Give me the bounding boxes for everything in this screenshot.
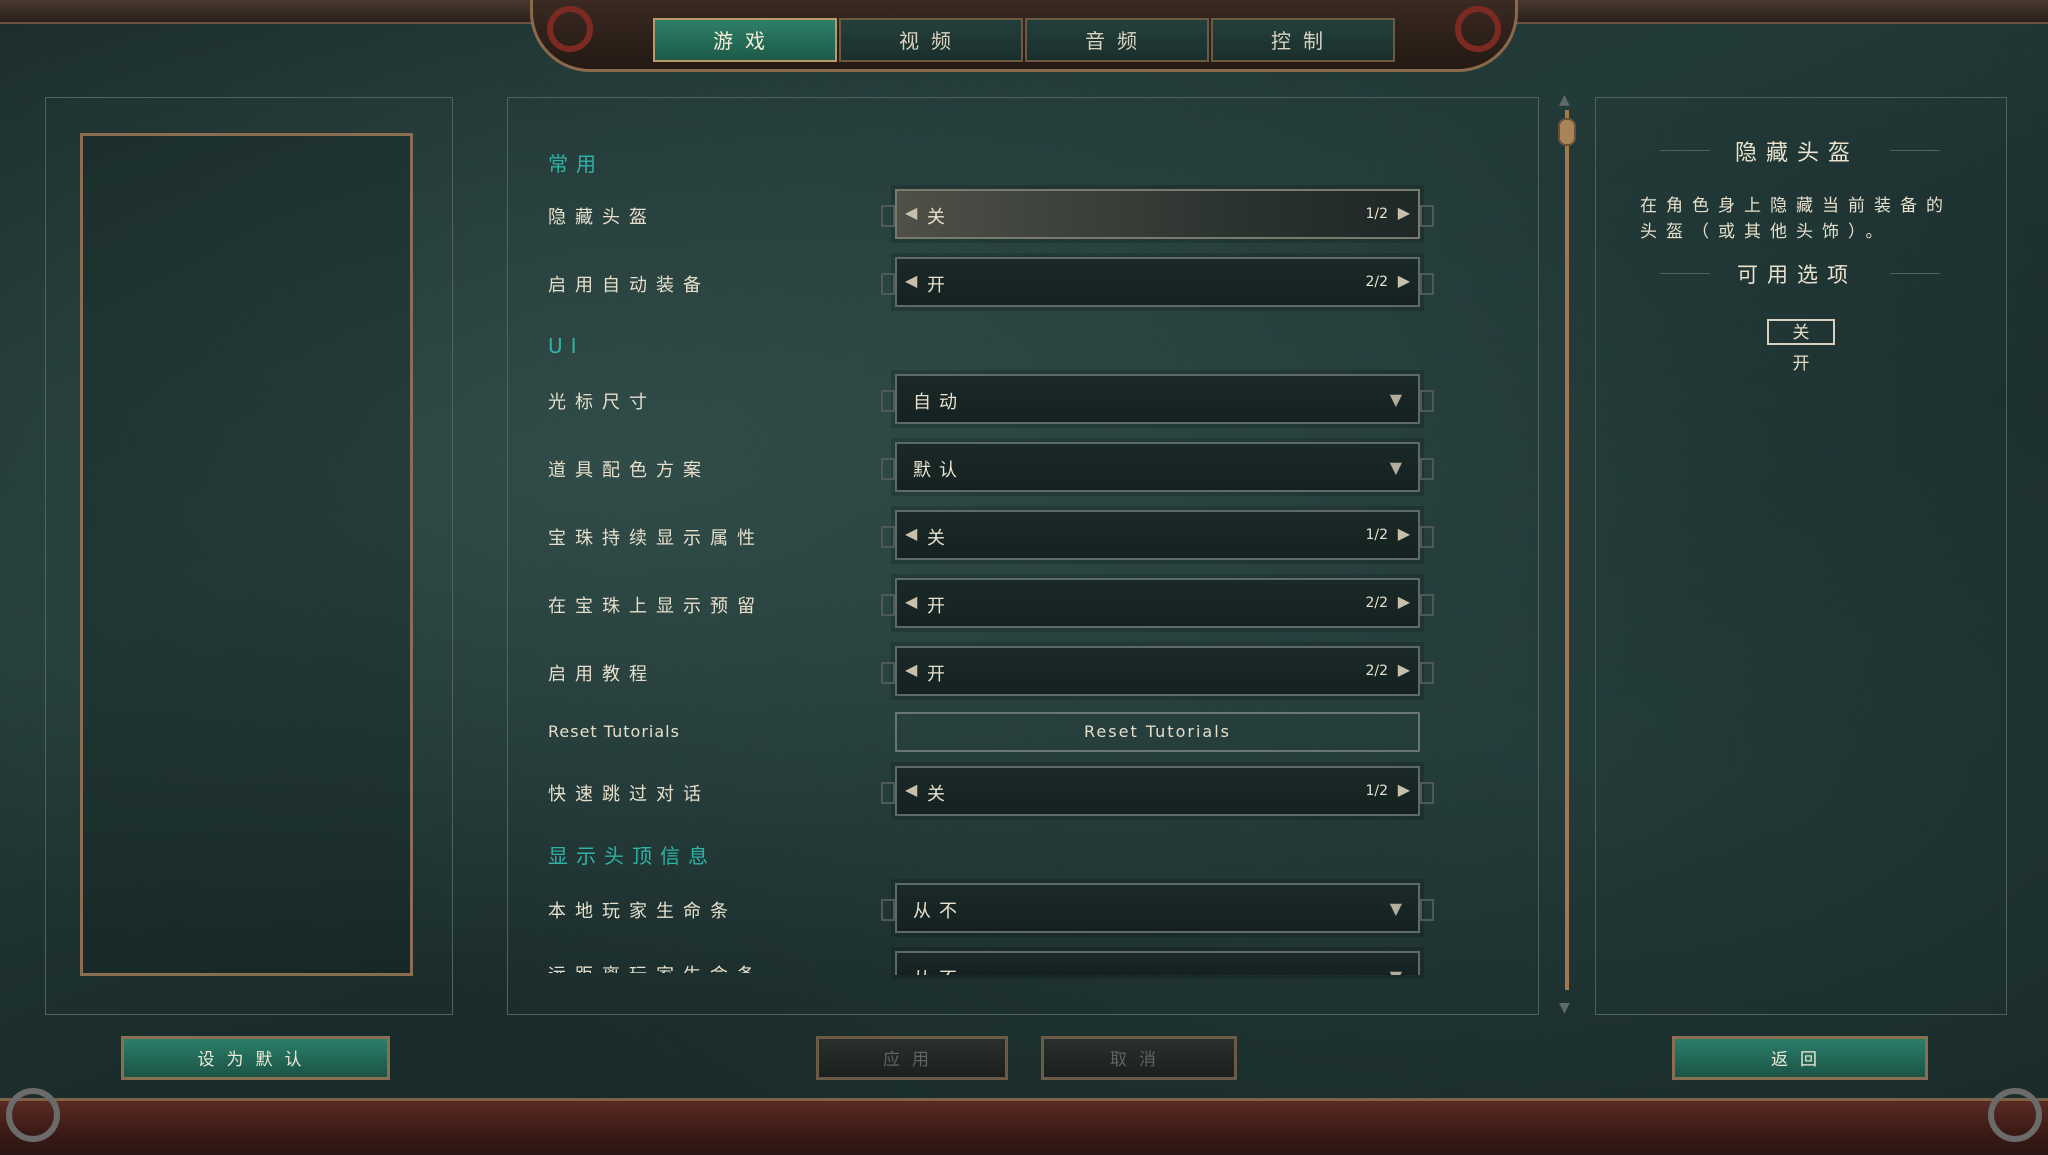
- option-off: 关: [1767, 319, 1835, 345]
- arrow-right-icon[interactable]: ▶: [1398, 592, 1410, 611]
- frame-knob: [1420, 205, 1434, 227]
- remote-health-bar-dropdown[interactable]: 从不 ▼: [895, 951, 1420, 975]
- arrow-left-icon[interactable]: ◀: [905, 271, 917, 290]
- ornament-curl-left: [6, 1088, 60, 1142]
- set-default-button[interactable]: 设为默认: [121, 1036, 390, 1080]
- chevron-down-icon: ▼: [1390, 967, 1402, 975]
- cancel-button[interactable]: 取消: [1041, 1036, 1237, 1080]
- scrollbar-track[interactable]: [1565, 110, 1569, 990]
- fast-skip-dialog-value: 关: [927, 784, 949, 805]
- fast-skip-dialog-selector[interactable]: ◀ 关 1/2 ▶: [881, 766, 1434, 816]
- auto-equip-selector[interactable]: ◀ 开 2/2 ▶: [881, 257, 1434, 307]
- auto-equip-count: 2/2: [1365, 274, 1388, 290]
- orb-attributes-value: 关: [927, 528, 949, 549]
- arrow-left-icon[interactable]: ◀: [905, 524, 917, 543]
- arrow-left-icon[interactable]: ◀: [905, 203, 917, 222]
- label-cursor-size: 光标尺寸: [548, 392, 656, 413]
- arrow-right-icon[interactable]: ▶: [1398, 780, 1410, 799]
- chevron-down-icon: ▼: [1389, 390, 1402, 409]
- arrow-right-icon[interactable]: ▶: [1398, 524, 1410, 543]
- info-description: 在角色身上隐藏当前装备的头盔（或其他头饰）。: [1640, 196, 1952, 242]
- frame-knob: [881, 594, 895, 616]
- remote-health-bar-value: 从不: [913, 965, 965, 975]
- item-color-scheme-dropdown[interactable]: 默认 ▼: [881, 442, 1434, 492]
- label-remote-health-bar: 远距离玩家生命条: [548, 961, 764, 973]
- local-health-bar-dropdown[interactable]: 从不 ▼: [881, 883, 1434, 933]
- arrow-left-icon[interactable]: ◀: [905, 660, 917, 679]
- hide-helmet-value: 关: [927, 207, 949, 228]
- cursor-size-dropdown[interactable]: 自动 ▼: [881, 374, 1434, 424]
- ornament-curl-left: [547, 6, 593, 52]
- frame-knob: [881, 273, 895, 295]
- frame-knob: [881, 390, 895, 412]
- cursor-size-value: 自动: [913, 392, 965, 413]
- hide-helmet-selector[interactable]: ◀ 关 1/2 ▶: [881, 189, 1434, 239]
- tutorials-selector[interactable]: ◀ 开 2/2 ▶: [881, 646, 1434, 696]
- arrow-right-icon[interactable]: ▶: [1398, 271, 1410, 290]
- label-local-health-bar: 本地玩家生命条: [548, 901, 737, 922]
- label-hide-helmet: 隐藏头盔: [548, 207, 656, 228]
- section-overhead-info: 显示头顶信息: [548, 844, 716, 868]
- scrollbar-thumb[interactable]: [1558, 118, 1576, 146]
- scroll-down-icon[interactable]: ▼: [1559, 1000, 1570, 1016]
- label-tutorials: 启用教程: [548, 664, 656, 685]
- frame-knob: [881, 458, 895, 480]
- tab-audio[interactable]: 音频: [1025, 18, 1209, 62]
- label-fast-skip-dialog: 快速跳过对话: [548, 784, 710, 805]
- bottom-frame: [0, 1098, 2048, 1155]
- arrow-left-icon[interactable]: ◀: [905, 780, 917, 799]
- item-color-scheme-value: 默认: [913, 460, 965, 481]
- frame-knob: [1420, 899, 1434, 921]
- frame-knob: [881, 526, 895, 548]
- orb-reserve-value: 开: [927, 596, 949, 617]
- label-reset-tutorials: Reset Tutorials: [548, 722, 680, 741]
- orb-reserve-count: 2/2: [1365, 595, 1388, 611]
- frame-knob: [881, 782, 895, 804]
- tutorials-value: 开: [927, 664, 949, 685]
- tab-game[interactable]: 游戏: [653, 18, 837, 62]
- label-auto-equip: 启用自动装备: [548, 275, 710, 296]
- label-item-color-scheme: 道具配色方案: [548, 460, 710, 481]
- frame-knob: [881, 662, 895, 684]
- section-ui: UI: [548, 334, 585, 358]
- orb-attributes-count: 1/2: [1365, 527, 1388, 543]
- frame-knob: [1420, 273, 1434, 295]
- label-orb-attributes: 宝珠持续显示属性: [548, 528, 764, 549]
- character-portrait: [80, 133, 413, 976]
- section-common: 常用: [548, 152, 604, 176]
- ornament-curl-right: [1988, 1088, 2042, 1142]
- frame-knob: [1420, 458, 1434, 480]
- frame-knob: [881, 899, 895, 921]
- frame-knob: [1420, 390, 1434, 412]
- tab-video[interactable]: 视频: [839, 18, 1023, 62]
- orb-reserve-selector[interactable]: ◀ 开 2/2 ▶: [881, 578, 1434, 628]
- arrow-left-icon[interactable]: ◀: [905, 592, 917, 611]
- options-title: 可用选项: [1737, 263, 1857, 287]
- fast-skip-dialog-count: 1/2: [1365, 783, 1388, 799]
- chevron-down-icon: ▼: [1389, 458, 1402, 477]
- ornament-curl-right: [1455, 6, 1501, 52]
- frame-knob: [881, 205, 895, 227]
- frame-knob: [1420, 526, 1434, 548]
- local-health-bar-value: 从不: [913, 901, 965, 922]
- frame-knob: [1420, 594, 1434, 616]
- label-orb-reserve: 在宝珠上显示预留: [548, 596, 764, 617]
- tab-controls[interactable]: 控制: [1211, 18, 1395, 62]
- tutorials-count: 2/2: [1365, 663, 1388, 679]
- arrow-right-icon[interactable]: ▶: [1398, 203, 1410, 222]
- info-title: 隐藏头盔: [1734, 141, 1859, 166]
- back-button[interactable]: 返回: [1672, 1036, 1928, 1080]
- apply-button[interactable]: 应用: [816, 1036, 1008, 1080]
- chevron-down-icon: ▼: [1389, 899, 1402, 918]
- arrow-right-icon[interactable]: ▶: [1398, 660, 1410, 679]
- orb-attributes-selector[interactable]: ◀ 关 1/2 ▶: [881, 510, 1434, 560]
- hide-helmet-count: 1/2: [1365, 206, 1388, 222]
- frame-knob: [1420, 782, 1434, 804]
- option-on: 开: [1792, 354, 1810, 374]
- frame-knob: [1420, 662, 1434, 684]
- scroll-up-icon[interactable]: ▲: [1559, 92, 1570, 108]
- auto-equip-value: 开: [927, 275, 949, 296]
- reset-tutorials-button[interactable]: Reset Tutorials: [895, 712, 1420, 752]
